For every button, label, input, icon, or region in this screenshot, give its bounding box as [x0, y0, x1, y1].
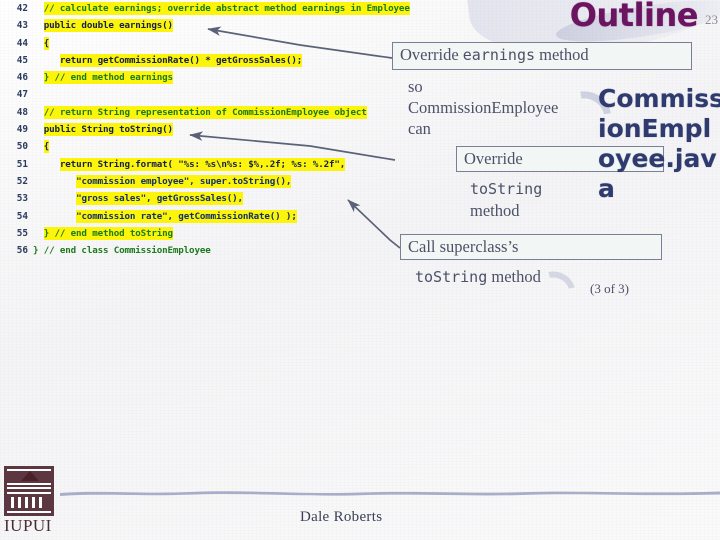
callout-1-text-lead: Override	[400, 45, 463, 64]
callout-2-method-name: toString	[470, 180, 543, 198]
code-token: // calculate earnings; override abstract…	[43, 2, 410, 15]
code-token: {	[43, 36, 50, 50]
code-token: return getCommissionRate() * getGrossSal…	[59, 53, 303, 67]
code-line-number: 56	[16, 245, 28, 257]
code-line-text: {	[33, 36, 50, 50]
callout-override-earnings: Override earnings method	[392, 42, 692, 70]
code-line-number: 43	[16, 20, 28, 32]
logo-stripe	[7, 469, 51, 471]
logo-stripe	[7, 511, 51, 513]
logo-column	[11, 497, 14, 508]
code-line-text: // calculate earnings; override abstract…	[33, 2, 410, 15]
code-token: {	[43, 140, 50, 154]
logo-stripe	[7, 492, 51, 494]
code-token: public String toString()	[43, 123, 173, 137]
code-line-text: } // end method earnings	[33, 71, 173, 85]
code-line-number: 44	[16, 37, 28, 49]
code-line-text: } // end method toString	[33, 226, 173, 240]
iupui-logo: IUPUI	[4, 466, 58, 535]
code-line-text: // return String representation of Commi…	[33, 105, 367, 119]
filename-label: CommissionEmployee.java	[598, 84, 720, 203]
logo-column	[32, 497, 35, 508]
code-line-text: {	[33, 140, 50, 154]
code-line: 43 public double earnings()	[0, 17, 560, 34]
callout-2-text-tail: method	[470, 201, 520, 220]
slide-number: 23	[705, 12, 718, 27]
callout-1-method-name: earnings	[462, 46, 536, 64]
footer-divider	[60, 491, 720, 496]
code-line-number: 51	[16, 158, 28, 170]
iupui-logo-text: IUPUI	[4, 516, 52, 535]
logo-column	[18, 497, 21, 508]
code-line-text: return getCommissionRate() * getGrossSal…	[33, 53, 303, 67]
slide-sequence-label: (3 of 3)	[590, 281, 629, 296]
code-line-text: "commission employee", super.toString(),	[33, 174, 292, 188]
logo-roof-shape	[21, 471, 39, 481]
callout-3-text: Call superclass’s	[408, 237, 519, 256]
code-token: } // end method toString	[43, 226, 173, 240]
logo-column	[25, 497, 28, 508]
callout-1-text-tail: method	[535, 45, 589, 64]
code-line-number: 50	[16, 141, 28, 153]
callout-call-superclass-overflow: toString method	[415, 266, 541, 288]
code-line-number: 52	[16, 175, 28, 187]
callout-call-superclass: Call superclass’s	[400, 234, 662, 260]
code-line-text: } // end class CommissionEmployee	[33, 245, 211, 256]
author-label: Dale Roberts	[300, 509, 383, 525]
code-line-text: public String toString()	[33, 123, 173, 137]
logo-column	[39, 497, 42, 508]
code-token: } // end class CommissionEmployee	[33, 245, 211, 257]
code-token: public double earnings()	[43, 19, 173, 33]
callout-3-method-name: toString	[415, 268, 488, 286]
code-line-text: public double earnings()	[33, 19, 173, 33]
logo-stripe	[7, 483, 51, 485]
code-line-number: 55	[16, 227, 28, 239]
code-line-number: 49	[16, 124, 28, 136]
code-line-number: 45	[16, 54, 28, 66]
callout-override-tostring-overflow: toString method	[470, 179, 542, 221]
code-line-number: 54	[16, 210, 28, 222]
code-token: "commission rate", getCommissionRate() )…	[76, 209, 297, 223]
page-title: Outline	[569, 0, 699, 34]
code-token: "commission employee", super.toString(),	[76, 174, 292, 188]
code-line-number: 42	[16, 3, 28, 14]
slide-canvas: Outline 23 42 // calculate earnings; ove…	[0, 0, 720, 540]
code-line-text: "commission rate", getCommissionRate() )…	[33, 209, 297, 223]
callout-2-text: Override	[464, 149, 523, 168]
code-line: 42 // calculate earnings; override abstr…	[0, 0, 560, 17]
code-token: // return String representation of Commi…	[43, 105, 367, 119]
code-token: } // end method earnings	[43, 71, 173, 85]
iupui-logo-mark	[4, 466, 54, 516]
logo-stripe	[7, 487, 51, 489]
code-line-text: "gross sales", getGrossSales(),	[33, 192, 243, 206]
code-line-number: 53	[16, 193, 28, 205]
code-line-number: 48	[16, 106, 28, 118]
callout-3-text-tail: method	[491, 267, 541, 286]
code-line-text: return String.format( "%s: %s\n%s: $%,.2…	[33, 157, 346, 171]
code-line-number: 46	[16, 72, 28, 84]
code-token: "gross sales", getGrossSales(),	[76, 192, 243, 206]
code-token: return String.format( "%s: %s\n%s: $%,.2…	[59, 157, 346, 171]
code-line-number: 47	[16, 89, 28, 101]
